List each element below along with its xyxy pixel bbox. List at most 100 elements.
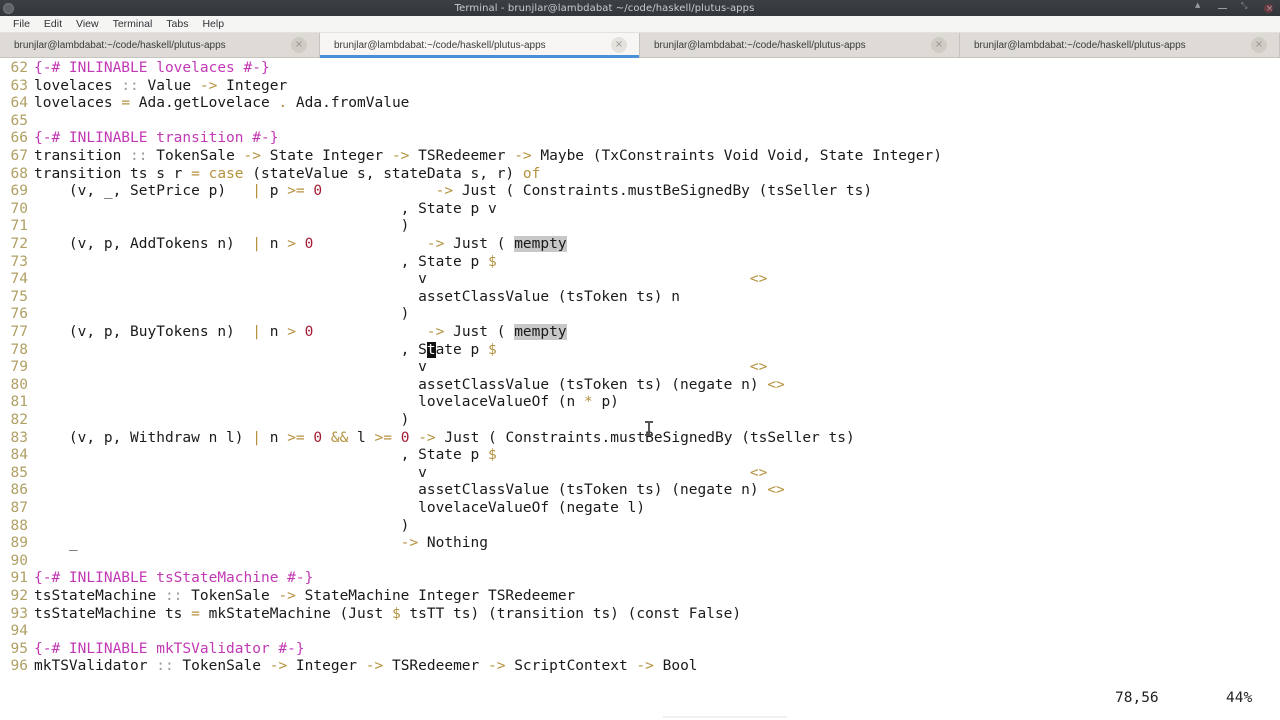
line-number: 74 [0, 271, 28, 289]
tab-close-icon[interactable] [931, 37, 947, 53]
code-line[interactable]: 96mkTSValidator :: TokenSale -> Integer … [0, 658, 1280, 676]
code-line[interactable]: 87 lovelaceValueOf (negate l) [0, 500, 1280, 518]
code-line[interactable]: 68transition ts s r = case (stateValue s… [0, 166, 1280, 184]
code-line[interactable]: 83 (v, p, Withdraw n l) | n >= 0 && l >=… [0, 430, 1280, 448]
menu-item-file[interactable]: File [6, 16, 37, 32]
terminal-tab-2[interactable]: brunjlar@lambdabat:~/code/haskell/plutus… [320, 33, 640, 57]
menu-item-edit[interactable]: Edit [37, 16, 69, 32]
code-line[interactable]: 73 , State p $ [0, 254, 1280, 272]
code-token: lovelaceValueOf (negate l) [34, 500, 645, 516]
code-token [313, 324, 427, 340]
code-line[interactable]: 74 v <> [0, 271, 1280, 289]
menu-item-view[interactable]: View [69, 16, 106, 32]
code-token: ScriptContext [505, 658, 636, 674]
menu-item-tabs[interactable]: Tabs [159, 16, 195, 32]
code-line[interactable]: 90 [0, 553, 1280, 571]
code-token: assetClassValue (tsToken ts) n [34, 289, 680, 305]
code-token: n [261, 324, 287, 340]
code-token [322, 183, 436, 199]
code-line[interactable]: 66{-# INLINABLE transition #-} [0, 130, 1280, 148]
code-line[interactable]: 82 ) [0, 412, 1280, 430]
line-number: 89 [0, 535, 28, 553]
code-line[interactable]: 77 (v, p, BuyTokens n) | n > 0 -> Just (… [0, 324, 1280, 342]
code-token: | [252, 324, 261, 340]
code-line[interactable]: 69 (v, _, SetPrice p) | p >= 0 -> Just (… [0, 183, 1280, 201]
code-line[interactable]: 94 [0, 623, 1280, 641]
code-token: l [348, 430, 374, 446]
terminal-icon [3, 3, 14, 14]
code-token: <> [750, 465, 767, 481]
code-line[interactable]: 89 _ -> Nothing [0, 535, 1280, 553]
line-number: 82 [0, 412, 28, 430]
terminal-tab-1[interactable]: brunjlar@lambdabat:~/code/haskell/plutus… [0, 33, 320, 57]
code-line[interactable]: 80 assetClassValue (tsToken ts) (negate … [0, 377, 1280, 395]
horizontal-scrollbar[interactable] [663, 716, 787, 718]
code-token: Value [139, 78, 200, 94]
code-token: mkTSValidator [34, 658, 156, 674]
tab-close-icon[interactable] [291, 37, 307, 53]
code-line[interactable]: 64lovelaces = Ada.getLovelace . Ada.from… [0, 95, 1280, 113]
code-token: >= [287, 183, 304, 199]
code-line[interactable]: 81 lovelaceValueOf (n * p) [0, 394, 1280, 412]
maximize-button[interactable] [1241, 4, 1250, 13]
line-number: 80 [0, 377, 28, 395]
tab-close-icon[interactable] [1251, 37, 1267, 53]
line-content: (v, p, AddTokens n) | n > 0 -> Just ( me… [34, 236, 567, 254]
bottom-strip [0, 712, 1280, 720]
menu-item-help[interactable]: Help [195, 16, 231, 32]
code-line[interactable]: 95{-# INLINABLE mkTSValidator #-} [0, 641, 1280, 659]
code-line[interactable]: 79 v <> [0, 359, 1280, 377]
code-editor-viewport[interactable]: 62{-# INLINABLE lovelaces #-}63lovelaces… [0, 58, 1280, 686]
code-token: $ [392, 606, 401, 622]
line-content: {-# INLINABLE lovelaces #-} [34, 60, 270, 78]
code-token: | [252, 430, 261, 446]
line-content: v <> [34, 271, 767, 289]
window-controls [1195, 4, 1273, 13]
code-token: n [261, 236, 287, 252]
code-line[interactable]: 75 assetClassValue (tsToken ts) n [0, 289, 1280, 307]
code-line[interactable]: 88 ) [0, 518, 1280, 536]
code-token: Bool [654, 658, 698, 674]
code-line[interactable]: 86 assetClassValue (tsToken ts) (negate … [0, 482, 1280, 500]
code-line[interactable]: 71 ) [0, 218, 1280, 236]
code-line[interactable]: 93tsStateMachine ts = mkStateMachine (Ju… [0, 606, 1280, 624]
line-number: 88 [0, 518, 28, 536]
menu-item-terminal[interactable]: Terminal [106, 16, 160, 32]
terminal-tab-4[interactable]: brunjlar@lambdabat:~/code/haskell/plutus… [960, 33, 1280, 57]
code-token: <> [767, 377, 784, 393]
minimize-button[interactable] [1218, 4, 1227, 13]
shade-button[interactable] [1195, 4, 1204, 13]
code-line[interactable]: 85 v <> [0, 465, 1280, 483]
code-token: {-# INLINABLE mkTSValidator #-} [34, 641, 305, 657]
code-token: :: [165, 588, 182, 604]
code-token: Just ( Constraints.mustBeSignedBy (tsSel… [453, 183, 872, 199]
close-button[interactable] [1264, 4, 1273, 13]
code-token: | [252, 236, 261, 252]
line-number: 92 [0, 588, 28, 606]
code-token: 0 [313, 183, 322, 199]
code-line[interactable]: 78 , State p $ [0, 342, 1280, 360]
code-token: = [191, 606, 200, 622]
code-line[interactable]: 70 , State p v [0, 201, 1280, 219]
line-content: transition :: TokenSale -> State Integer… [34, 148, 942, 166]
line-number: 79 [0, 359, 28, 377]
code-line[interactable]: 67transition :: TokenSale -> State Integ… [0, 148, 1280, 166]
code-line[interactable]: 65 [0, 113, 1280, 131]
code-line[interactable]: 92tsStateMachine :: TokenSale -> StateMa… [0, 588, 1280, 606]
code-token: TSRedeemer [383, 658, 488, 674]
code-line[interactable]: 91{-# INLINABLE tsStateMachine #-} [0, 570, 1280, 588]
code-line[interactable]: 84 , State p $ [0, 447, 1280, 465]
tab-close-icon[interactable] [611, 37, 627, 53]
line-content: (v, _, SetPrice p) | p >= 0 -> Just ( Co… [34, 183, 872, 201]
code-token: {-# INLINABLE tsStateMachine #-} [34, 570, 313, 586]
terminal-tab-3[interactable]: brunjlar@lambdabat:~/code/haskell/plutus… [640, 33, 960, 57]
window-titlebar[interactable]: Terminal - brunjlar@lambdabat ~/code/has… [0, 0, 1280, 16]
code-token [409, 430, 418, 446]
code-line[interactable]: 63lovelaces :: Value -> Integer [0, 78, 1280, 96]
code-line[interactable]: 72 (v, p, AddTokens n) | n > 0 -> Just (… [0, 236, 1280, 254]
line-content: (v, p, Withdraw n l) | n >= 0 && l >= 0 … [34, 430, 855, 448]
line-content: assetClassValue (tsToken ts) n [34, 289, 680, 307]
code-line[interactable]: 62{-# INLINABLE lovelaces #-} [0, 60, 1280, 78]
code-line[interactable]: 76 ) [0, 306, 1280, 324]
code-token: <> [750, 359, 767, 375]
